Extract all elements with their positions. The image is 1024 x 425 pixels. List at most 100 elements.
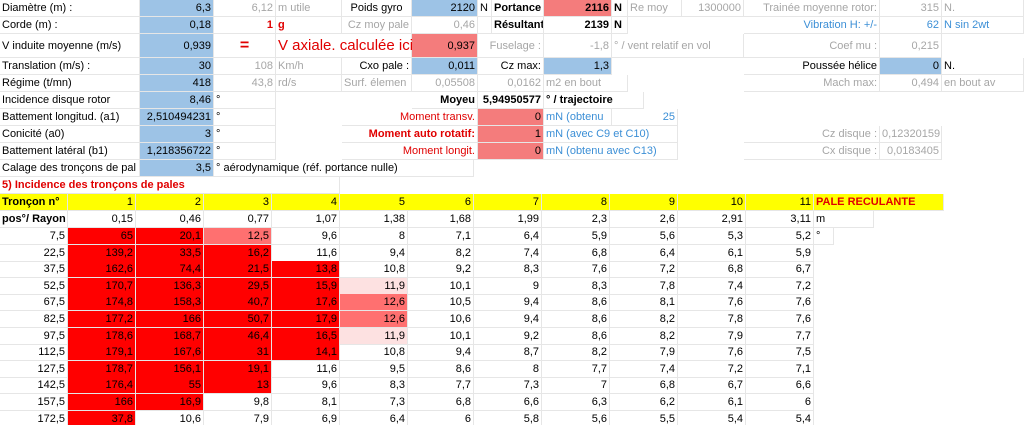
translation-kmh[interactable]: 108 — [214, 58, 276, 75]
incidence-cell[interactable]: 29,5 — [204, 277, 272, 295]
incidence-cell[interactable]: 50,7 — [204, 311, 272, 328]
incidence-cell[interactable]: 8,2 — [406, 244, 474, 262]
moyeu-value[interactable]: 5,94950577 — [478, 92, 544, 109]
incidence-cell[interactable]: 168,7 — [136, 327, 204, 345]
incidence-cell[interactable]: 9,2 — [406, 261, 474, 279]
label-translation[interactable]: Translation (m/s) : — [0, 58, 140, 75]
incidence-cell[interactable]: 158,3 — [136, 294, 204, 312]
incidence-cell[interactable]: 37,8 — [68, 410, 136, 425]
incidence-cell[interactable]: 8,7 — [474, 344, 542, 362]
diametre-utile-unit[interactable]: m utile — [276, 0, 342, 17]
incidence-cell[interactable]: 6 — [406, 410, 474, 425]
incidence-cell[interactable]: 166 — [136, 311, 204, 328]
incidence-cell[interactable]: 7,9 — [678, 327, 746, 345]
label-regime[interactable]: Régime (t/mn) — [0, 75, 140, 92]
radius-cell-2[interactable]: 0,46 — [136, 211, 204, 228]
troncon-header-2[interactable]: 2 — [136, 194, 204, 211]
resultante-value[interactable]: 2139 — [544, 17, 612, 34]
moment-transv-extra[interactable]: 25 — [612, 109, 678, 126]
incidence-cell[interactable]: 12,5 — [204, 228, 272, 245]
incidence-cell[interactable]: 74,4 — [136, 261, 204, 279]
radius-cell-11[interactable]: 3,11 — [746, 211, 814, 228]
moment-transv-value[interactable]: 0 — [478, 109, 544, 126]
incidence-cell[interactable]: 6,6 — [474, 394, 542, 411]
incidence-cell[interactable]: 9,4 — [406, 344, 474, 362]
row-position[interactable]: 172,5 — [0, 410, 68, 425]
row-position[interactable]: 112,5 — [0, 344, 68, 362]
incidence-cell[interactable]: 7,4 — [610, 360, 678, 378]
incidence-cell[interactable]: 21,5 — [204, 261, 272, 279]
incidence-cell[interactable]: 20,1 — [136, 228, 204, 245]
input-incidence-disque[interactable]: 8,46 — [140, 92, 214, 109]
label-moyeu[interactable]: Moyeu — [412, 92, 478, 109]
incidence-cell[interactable]: 6,7 — [678, 377, 746, 395]
radius-cell-8[interactable]: 2,3 — [542, 211, 610, 228]
incidence-cell[interactable]: 8 — [340, 228, 408, 245]
radius-cell-4[interactable]: 1,07 — [272, 211, 340, 228]
label-cz-max[interactable]: Cz max: — [478, 58, 544, 75]
incidence-cell[interactable]: 8,6 — [542, 311, 610, 328]
row-position[interactable]: 82,5 — [0, 311, 68, 328]
label-cz-moy[interactable]: Cz moy pale — [342, 17, 412, 34]
input-translation[interactable]: 30 — [140, 58, 214, 75]
incidence-cell[interactable]: 9,4 — [340, 244, 408, 262]
incidence-cell[interactable]: 8,3 — [340, 377, 408, 395]
incidence-cell[interactable]: 6,1 — [678, 394, 746, 411]
input-cxo-pale[interactable]: 0,011 — [412, 58, 478, 75]
incidence-cell[interactable]: 5,4 — [678, 410, 746, 425]
mach-max-value[interactable]: 0,494 — [880, 75, 942, 92]
troncon-header-9[interactable]: 9 — [610, 194, 678, 211]
incidence-cell[interactable]: 174,8 — [68, 294, 136, 312]
incidence-cell[interactable]: 7,6 — [746, 294, 814, 312]
incidence-cell[interactable]: 15,9 — [272, 277, 340, 295]
incidence-cell[interactable]: 170,7 — [68, 277, 136, 295]
incidence-cell[interactable]: 6,2 — [610, 394, 678, 411]
row-position[interactable]: 22,5 — [0, 244, 68, 262]
troncon-header-3[interactable]: 3 — [204, 194, 272, 211]
fuselage-value[interactable]: -1,8 — [544, 34, 612, 58]
row-position[interactable]: 52,5 — [0, 277, 68, 295]
incidence-cell[interactable]: 46,4 — [204, 327, 272, 345]
label-corde[interactable]: Corde (m) : — [0, 17, 140, 34]
incidence-cell[interactable]: 9,8 — [204, 394, 272, 411]
incidence-cell[interactable]: 9,2 — [474, 327, 542, 345]
label-mach-max[interactable]: Mach max: — [744, 75, 880, 92]
incidence-cell[interactable]: 5,5 — [610, 410, 678, 425]
row-position[interactable]: 127,5 — [0, 360, 68, 378]
troncon-header-4[interactable]: 4 — [272, 194, 340, 211]
incidence-cell[interactable]: 8,6 — [406, 360, 474, 378]
incidence-cell[interactable]: 7,6 — [746, 311, 814, 328]
incidence-cell[interactable]: 7,3 — [474, 377, 542, 395]
incidence-cell[interactable]: 7,1 — [746, 360, 814, 378]
label-battement-lateral[interactable]: Battement latéral (b1) — [0, 143, 140, 160]
incidence-cell[interactable]: 13 — [204, 377, 272, 395]
label-poids-gyro[interactable]: Poids gyro — [342, 0, 412, 17]
incidence-cell[interactable]: 8,3 — [474, 261, 542, 279]
incidence-cell[interactable]: 33,5 — [136, 244, 204, 262]
incidence-cell[interactable]: 6,8 — [610, 377, 678, 395]
incidence-cell[interactable]: 17,9 — [272, 311, 340, 328]
radius-cell-5[interactable]: 1,38 — [340, 211, 408, 228]
incidence-cell[interactable]: 9,4 — [474, 294, 542, 312]
incidence-cell[interactable]: 8,2 — [610, 327, 678, 345]
incidence-cell[interactable]: 11,6 — [272, 244, 340, 262]
input-cz-max[interactable]: 1,3 — [544, 58, 612, 75]
incidence-cell[interactable]: 6,8 — [406, 394, 474, 411]
row-position[interactable]: 157,5 — [0, 394, 68, 411]
incidence-cell[interactable]: 8 — [474, 360, 542, 378]
incidence-cell[interactable]: 7,6 — [678, 344, 746, 362]
incidence-cell[interactable]: 7,4 — [474, 244, 542, 262]
label-poussee-helice[interactable]: Poussée hélice — [744, 58, 880, 75]
label-resultante[interactable]: Résultante — [492, 17, 544, 34]
incidence-cell[interactable]: 5,4 — [746, 410, 814, 425]
input-conicite[interactable]: 3 — [140, 126, 214, 143]
cz-disque-value[interactable]: 0,12320159 — [880, 126, 942, 143]
input-diametre[interactable]: 6,3 — [140, 0, 214, 17]
troncon-header-10[interactable]: 10 — [678, 194, 746, 211]
incidence-cell[interactable]: 5,6 — [610, 228, 678, 245]
input-poussee-helice[interactable]: 0 — [880, 58, 942, 75]
incidence-cell[interactable]: 6,7 — [746, 261, 814, 279]
moment-auto-rotatif-value[interactable]: 1 — [478, 126, 544, 143]
incidence-cell[interactable]: 136,3 — [136, 277, 204, 295]
incidence-cell[interactable]: 10,6 — [406, 311, 474, 328]
